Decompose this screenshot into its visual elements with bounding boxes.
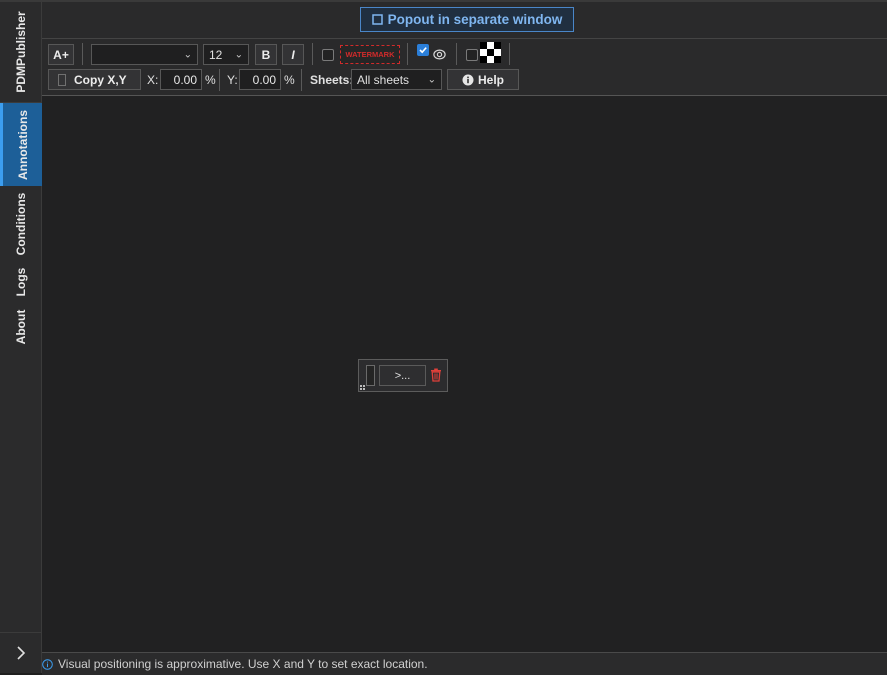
status-text: Visual positioning is approximative. Use…	[58, 657, 428, 671]
background-checkbox[interactable]	[466, 49, 478, 61]
annotation-text-button[interactable]: >...	[379, 365, 426, 386]
sidebar: PDMPublisher Annotations Conditions Logs…	[0, 2, 42, 673]
font-size-value: 12	[209, 47, 223, 62]
help-label: Help	[477, 72, 504, 87]
tab-about[interactable]: About	[0, 302, 42, 352]
chevron-down-icon: ⌄	[427, 74, 436, 85]
sheets-label: Sheets:	[310, 73, 354, 87]
popout-button[interactable]: Popout in separate window	[360, 7, 574, 32]
info-icon	[42, 658, 53, 670]
tab-pdmpublisher-label: PDMPublisher	[14, 11, 28, 93]
separator	[82, 43, 83, 65]
italic-button[interactable]: I	[282, 44, 304, 65]
tab-about-label: About	[14, 309, 28, 345]
sheets-value: All sheets	[357, 72, 410, 87]
checker-pattern-icon[interactable]	[480, 42, 501, 63]
font-size-select[interactable]: 12 ⌄	[203, 44, 249, 65]
x-input[interactable]: 0.00	[160, 69, 202, 90]
clipboard-icon	[58, 73, 66, 86]
copy-xy-button[interactable]: Copy X,Y	[48, 69, 141, 90]
window-icon	[371, 14, 383, 25]
resize-grip-icon[interactable]	[360, 385, 366, 391]
checkmark-icon	[419, 47, 427, 54]
y-label: Y:	[227, 73, 238, 87]
separator	[312, 43, 313, 65]
bold-button[interactable]: B	[255, 44, 277, 65]
annotation-widget[interactable]: >...	[358, 359, 448, 392]
watermark-style-button[interactable]: WATERMARK	[340, 45, 400, 64]
chevron-down-icon: ⌄	[234, 49, 243, 60]
help-button[interactable]: Help	[447, 69, 519, 90]
font-family-select[interactable]: ⌄	[91, 44, 198, 65]
separator	[301, 69, 302, 91]
separator	[509, 43, 510, 65]
toolbar-divider	[42, 38, 887, 39]
info-icon	[462, 74, 474, 85]
tab-conditions-label: Conditions	[14, 192, 28, 256]
sheets-select[interactable]: All sheets ⌄	[351, 69, 442, 90]
copy-xy-label: Copy X,Y	[74, 72, 127, 87]
separator	[407, 43, 408, 65]
app-window: PDMPublisher Annotations Conditions Logs…	[0, 0, 887, 675]
chevron-down-icon: ⌄	[183, 49, 192, 60]
y-unit: %	[284, 73, 295, 87]
x-label: X:	[147, 73, 159, 87]
trash-icon[interactable]	[430, 368, 442, 382]
separator	[456, 43, 457, 65]
tab-conditions[interactable]: Conditions	[0, 186, 42, 262]
popout-label: Popout in separate window	[387, 12, 563, 27]
tab-logs-label: Logs	[14, 267, 28, 297]
visible-checkbox[interactable]	[417, 44, 429, 56]
x-unit: %	[205, 73, 216, 87]
tab-annotations[interactable]: Annotations	[0, 103, 42, 186]
add-text-button[interactable]: A+	[48, 44, 74, 65]
watermark-checkbox[interactable]	[322, 49, 334, 61]
status-bar: Visual positioning is approximative. Use…	[42, 652, 887, 675]
annotation-handle[interactable]	[366, 365, 375, 386]
y-input[interactable]: 0.00	[239, 69, 281, 90]
annotation-canvas[interactable]: >...	[42, 96, 887, 652]
tab-annotations-label: Annotations	[15, 109, 30, 180]
separator	[219, 69, 220, 91]
eye-icon	[433, 49, 446, 60]
chevron-right-icon	[17, 646, 26, 660]
tab-pdmpublisher[interactable]: PDMPublisher	[0, 2, 42, 103]
toolbar: Popout in separate window A+ ⌄ 12 ⌄ B I …	[42, 2, 887, 96]
expand-sidebar-button[interactable]	[0, 632, 42, 673]
tab-logs[interactable]: Logs	[0, 262, 42, 302]
